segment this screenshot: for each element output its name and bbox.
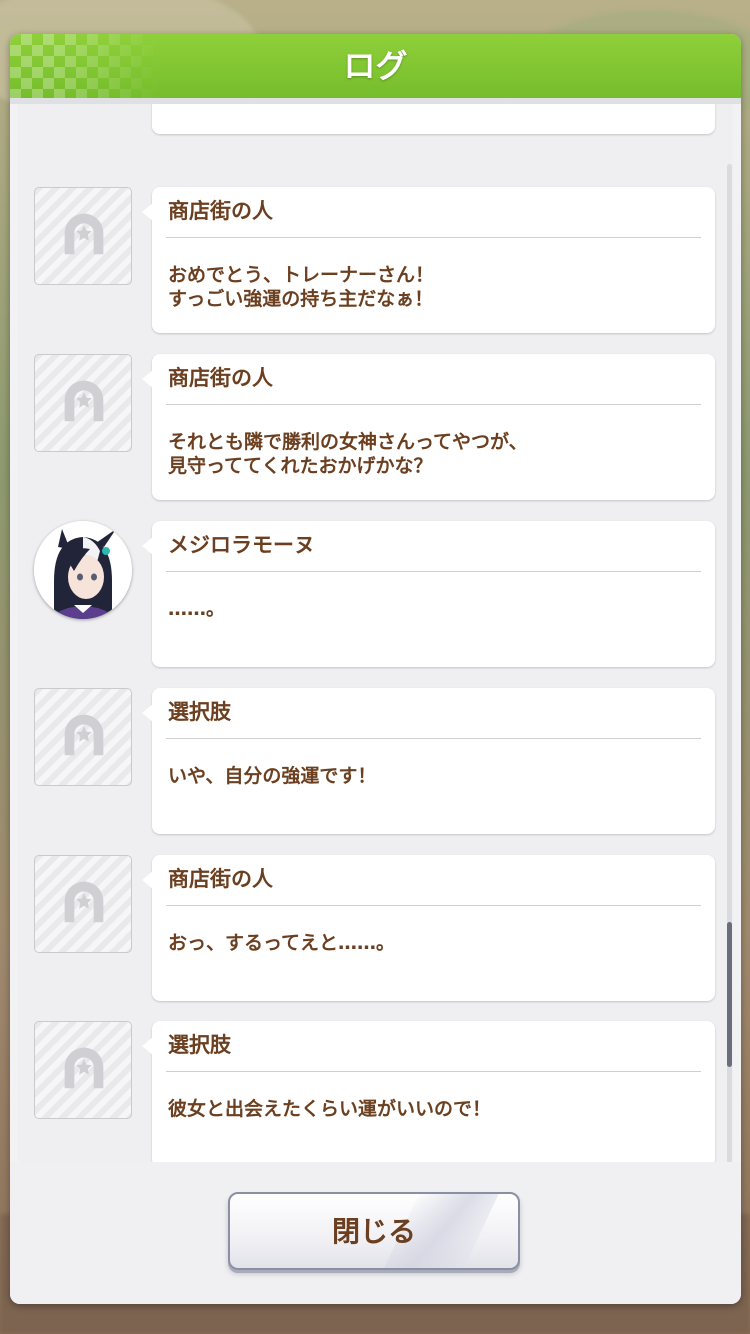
log-dialog: ログ 商店街の人 おめでとう、トレーナーさん！ すっごい強運の持ち主だなぁ！ 商… [10, 34, 741, 1304]
message-text: いや、自分の強運です！ [168, 765, 377, 787]
horseshoe-placeholder-icon [64, 1047, 104, 1089]
log-bubble: 商店街の人 おっ、するってえと……。 [142, 855, 715, 1001]
log-bubble: 商店街の人 それとも隣で勝利の女神さんってやつが、 見守っててくれたおかげかな？ [142, 354, 715, 500]
bubble-divider [166, 905, 701, 906]
log-bubble: メジロラモーヌ ……。 [142, 521, 715, 667]
avatar-placeholder [34, 688, 132, 786]
avatar-placeholder [34, 187, 132, 285]
avatar-placeholder [34, 1021, 132, 1119]
speaker-name: 商店街の人 [168, 199, 273, 223]
message-text: 彼女と出会えたくらい運がいいので！ [168, 1098, 492, 1120]
bubble-divider [166, 1071, 701, 1072]
bubble-divider [166, 404, 701, 405]
dialog-title: ログ [343, 47, 408, 85]
character-avatar [34, 521, 132, 619]
horseshoe-placeholder-icon [64, 380, 104, 422]
dialog-header: ログ [10, 34, 741, 98]
message-text: おめでとう、トレーナーさん！ すっごい強運の持ち主だなぁ！ [168, 264, 435, 310]
horseshoe-placeholder-icon [64, 213, 104, 255]
speaker-name: 商店街の人 [168, 366, 273, 390]
log-bubble: 選択肢 いや、自分の強運です！ [142, 688, 715, 834]
log-bubble: 選択肢 彼女と出会えたくらい運がいいので！ [142, 1021, 715, 1167]
speaker-name: 選択肢 [168, 1033, 231, 1057]
log-bubble-partial-top [152, 104, 715, 134]
close-button[interactable]: 閉じる [228, 1192, 520, 1270]
scrollbar-thumb[interactable] [727, 922, 732, 1067]
message-text: ……。 [168, 598, 226, 620]
horseshoe-placeholder-icon [64, 714, 104, 756]
dialog-footer: 閉じる [10, 1162, 741, 1304]
speaker-name: 商店街の人 [168, 867, 273, 891]
avatar-placeholder [34, 354, 132, 452]
speaker-name: メジロラモーヌ [168, 533, 315, 557]
message-text: それとも隣で勝利の女神さんってやつが、 見守っててくれたおかげかな？ [168, 431, 528, 477]
avatar-placeholder [34, 855, 132, 953]
horseshoe-placeholder-icon [64, 881, 104, 923]
message-text: おっ、するってえと……。 [168, 932, 396, 954]
speaker-name: 選択肢 [168, 700, 231, 724]
close-button-label: 閉じる [331, 1215, 416, 1248]
bubble-divider [166, 571, 701, 572]
log-bubble: 商店街の人 おめでとう、トレーナーさん！ すっごい強運の持ち主だなぁ！ [142, 187, 715, 333]
character-portrait-icon [34, 521, 132, 619]
bubble-divider [166, 237, 701, 238]
bubble-divider [166, 738, 701, 739]
log-list[interactable]: 商店街の人 おめでとう、トレーナーさん！ すっごい強運の持ち主だなぁ！ 商店街の… [18, 104, 733, 1196]
